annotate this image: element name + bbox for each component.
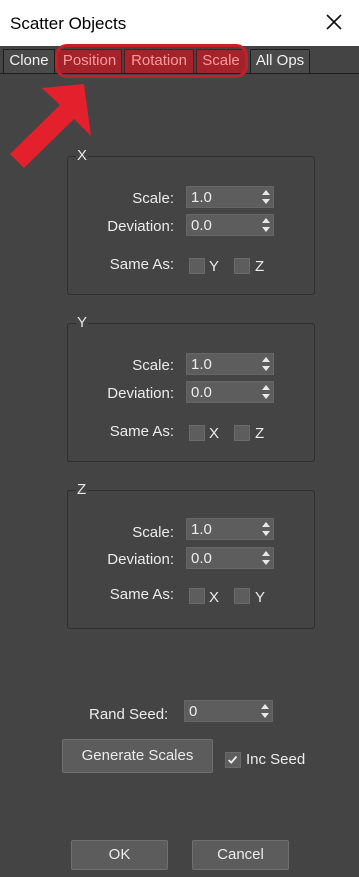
- x-scale-value: 1.0: [191, 189, 212, 206]
- z-scale-value: 1.0: [191, 521, 212, 538]
- y-deviation-spinner[interactable]: 0.0: [186, 381, 274, 403]
- cancel-button[interactable]: Cancel: [192, 840, 289, 870]
- group-x-title: X: [76, 147, 89, 164]
- rand-seed-spinner[interactable]: 0: [184, 700, 273, 722]
- generate-scales-button[interactable]: Generate Scales: [62, 739, 213, 773]
- close-icon[interactable]: [323, 11, 345, 33]
- tab-scale[interactable]: Scale: [196, 49, 246, 73]
- tab-divider: [0, 73, 359, 74]
- tab-bar: Clone Position Rotation Scale All Ops: [0, 46, 359, 74]
- z-same-as-y-checkbox[interactable]: [234, 588, 250, 604]
- spinner-arrows-icon[interactable]: [261, 356, 271, 372]
- spinner-arrows-icon[interactable]: [261, 521, 271, 537]
- spinner-arrows-icon[interactable]: [260, 703, 270, 719]
- x-same-as-y-label: Y: [209, 258, 220, 275]
- y-same-as-label: Same As:: [109, 423, 174, 440]
- y-deviation-label: Deviation:: [107, 385, 174, 402]
- group-y: Y Scale: 1.0 Deviation: 0.0 Same As: X Z: [67, 314, 315, 462]
- group-z: Z Scale: 1.0 Deviation: 0.0 Same As: X Y: [67, 481, 315, 629]
- z-scale-spinner[interactable]: 1.0: [186, 518, 274, 540]
- rand-seed-label: Rand Seed:: [89, 706, 169, 723]
- z-same-as-y-label: Y: [255, 589, 266, 606]
- inc-seed-label: Inc Seed: [246, 751, 306, 768]
- z-same-as-x-label: X: [209, 589, 220, 606]
- group-x: X Scale: 1.0 Deviation: 0.0 Same As: Y Z: [67, 147, 315, 295]
- y-scale-spinner[interactable]: 1.0: [186, 353, 274, 375]
- x-same-as-z-label: Z: [255, 258, 265, 275]
- spinner-arrows-icon[interactable]: [261, 384, 271, 400]
- spinner-arrows-icon[interactable]: [261, 189, 271, 205]
- group-y-title: Y: [76, 314, 89, 331]
- z-same-as-label: Same As:: [109, 586, 174, 603]
- tab-clone[interactable]: Clone: [3, 49, 55, 73]
- y-same-as-z-checkbox[interactable]: [234, 425, 250, 441]
- y-same-as-x-checkbox[interactable]: [189, 425, 205, 441]
- z-same-as-x-checkbox[interactable]: [189, 588, 205, 604]
- z-deviation-label: Deviation:: [107, 551, 174, 568]
- x-deviation-label: Deviation:: [107, 218, 174, 235]
- x-same-as-z-checkbox[interactable]: [234, 258, 250, 274]
- x-same-as-label: Same As:: [109, 256, 174, 273]
- x-deviation-spinner[interactable]: 0.0: [186, 214, 274, 236]
- rand-seed-value: 0: [189, 703, 198, 720]
- z-scale-label: Scale:: [132, 524, 174, 541]
- inc-seed-checkbox[interactable]: [225, 752, 241, 768]
- tab-all-ops[interactable]: All Ops: [250, 49, 310, 73]
- checkmark-icon: [228, 755, 238, 764]
- z-deviation-value: 0.0: [191, 550, 212, 567]
- x-scale-label: Scale:: [132, 190, 174, 207]
- tab-position[interactable]: Position: [57, 49, 122, 73]
- ok-button[interactable]: OK: [71, 840, 168, 870]
- y-scale-value: 1.0: [191, 356, 212, 373]
- window-title: Scatter Objects: [10, 14, 127, 33]
- title-bar: Scatter Objects: [0, 0, 359, 46]
- spinner-arrows-icon[interactable]: [261, 550, 271, 566]
- spinner-arrows-icon[interactable]: [261, 217, 271, 233]
- y-same-as-z-label: Z: [255, 425, 265, 442]
- y-deviation-value: 0.0: [191, 384, 212, 401]
- group-z-title: Z: [76, 481, 88, 498]
- x-same-as-y-checkbox[interactable]: [189, 258, 205, 274]
- y-scale-label: Scale:: [132, 357, 174, 374]
- y-same-as-x-label: X: [209, 425, 220, 442]
- tab-rotation[interactable]: Rotation: [124, 49, 194, 73]
- x-scale-spinner[interactable]: 1.0: [186, 186, 274, 208]
- z-deviation-spinner[interactable]: 0.0: [186, 547, 274, 569]
- x-deviation-value: 0.0: [191, 217, 212, 234]
